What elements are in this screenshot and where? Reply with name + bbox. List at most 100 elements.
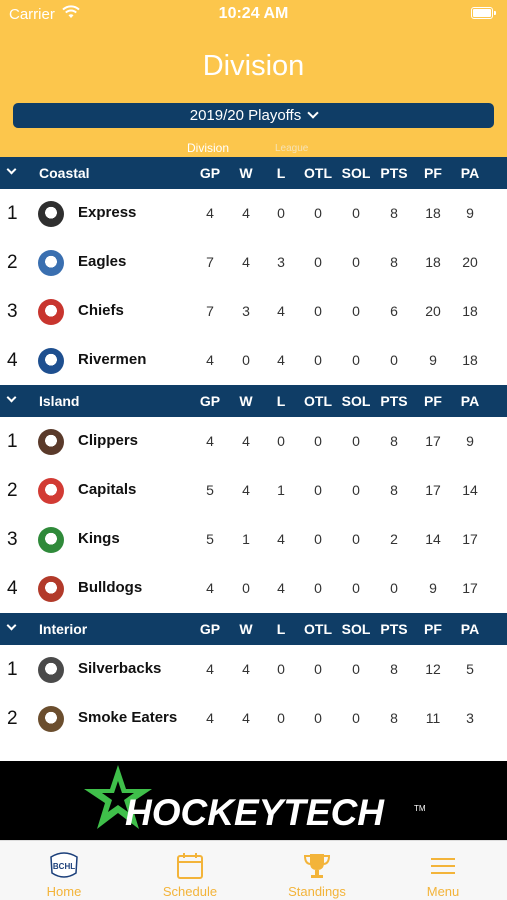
group-header-island[interactable]: Island GP W L OTL SOL PTS PF PA	[0, 385, 507, 417]
team-row-bulldogs[interactable]: 4 Bulldogs 4 0 4 0 0 0 9 17	[0, 564, 507, 613]
schedule-calendar-icon	[177, 853, 203, 879]
stat-pa: 18	[462, 352, 478, 368]
stat-w: 4	[242, 661, 250, 677]
stat-l: 0	[277, 433, 285, 449]
team-name: Kings	[78, 530, 120, 547]
stat-gp: 7	[206, 254, 214, 270]
stat-gp: 5	[206, 482, 214, 498]
column-header-l: L	[276, 621, 286, 637]
team-logo-chiefs	[38, 299, 64, 325]
column-header-otl: OTL	[304, 621, 332, 637]
team-logo-bulldogs	[38, 576, 64, 602]
tab-menu-label: Menu	[426, 884, 460, 899]
stat-l: 0	[277, 710, 285, 726]
tab-division[interactable]: Division	[187, 141, 229, 155]
chevron-down-icon	[6, 164, 17, 175]
group-header-interior[interactable]: Interior GP W L OTL SOL PTS PF PA	[0, 613, 507, 645]
tab-schedule-label: Schedule	[162, 884, 218, 899]
chevron-down-icon	[307, 107, 319, 119]
stat-w: 4	[242, 710, 250, 726]
column-header-gp: GP	[199, 393, 221, 409]
team-name: Express	[78, 204, 137, 221]
stat-gp: 4	[206, 580, 214, 596]
team-row-express[interactable]: 1 Express 4 4 0 0 0 8 18 9	[0, 189, 507, 238]
team-logo-clippers	[38, 429, 64, 455]
team-row-silverbacks[interactable]: 1 Silverbacks 4 4 0 0 0 8 12 5	[0, 645, 507, 694]
column-header-sol: SOL	[341, 165, 371, 181]
team-rank: 4	[7, 350, 18, 371]
column-header-w: W	[239, 621, 253, 637]
stat-pts: 0	[390, 352, 398, 368]
column-header-otl: OTL	[304, 165, 332, 181]
stat-pf: 9	[429, 352, 437, 368]
team-name: Capitals	[78, 481, 137, 498]
column-header-pf: PF	[424, 393, 442, 409]
stat-sol: 0	[352, 433, 360, 449]
group-header-coastal[interactable]: Coastal GP W L OTL SOL PTS PF PA	[0, 157, 507, 189]
stat-pa: 5	[466, 661, 474, 677]
stat-w: 3	[242, 303, 250, 319]
column-header-w: W	[239, 393, 253, 409]
column-header-pts: PTS	[380, 621, 408, 637]
stat-pts: 8	[390, 205, 398, 221]
stat-otl: 0	[314, 710, 322, 726]
view-tabs: Division League	[0, 140, 507, 157]
team-rank: 2	[7, 480, 18, 501]
column-header-pf: PF	[424, 165, 442, 181]
team-row-smoke-eaters[interactable]: 2 Smoke Eaters 4 4 0 0 0 8 11 3	[0, 694, 507, 743]
team-rank: 1	[7, 203, 18, 224]
stat-gp: 4	[206, 710, 214, 726]
stat-pf: 18	[425, 205, 441, 221]
team-logo-rivermen	[38, 348, 64, 374]
battery-icon	[471, 7, 496, 19]
team-logo-silverbacks	[38, 657, 64, 683]
group-name: Interior	[39, 621, 88, 637]
team-row-kings[interactable]: 3 Kings 5 1 4 0 0 2 14 17	[0, 515, 507, 564]
team-rank: 1	[7, 431, 18, 452]
column-header-sol: SOL	[341, 393, 371, 409]
team-row-chiefs[interactable]: 3 Chiefs 7 3 4 0 0 6 20 18	[0, 287, 507, 336]
stat-pf: 12	[425, 661, 441, 677]
stat-sol: 0	[352, 710, 360, 726]
team-name: Silverbacks	[78, 660, 162, 677]
team-row-capitals[interactable]: 2 Capitals 5 4 1 0 0 8 17 14	[0, 466, 507, 515]
column-header-otl: OTL	[304, 393, 332, 409]
stat-w: 4	[242, 254, 250, 270]
status-bar: Carrier 10:24 AM	[0, 0, 507, 30]
column-header-l: L	[276, 165, 286, 181]
column-header-w: W	[239, 165, 253, 181]
column-header-l: L	[276, 393, 286, 409]
team-rank: 1	[7, 659, 18, 680]
team-row-clippers[interactable]: 1 Clippers 4 4 0 0 0 8 17 9	[0, 417, 507, 466]
column-header-pa: PA	[460, 621, 480, 637]
status-time: 10:24 AM	[218, 5, 289, 22]
stat-w: 4	[242, 433, 250, 449]
tab-league[interactable]: League	[275, 143, 308, 154]
team-logo-kings	[38, 527, 64, 553]
group-name: Island	[39, 393, 80, 409]
hockeytech-banner[interactable]: HOCKEYTECH TM	[0, 761, 507, 840]
team-row-rivermen[interactable]: 4 Rivermen 4 0 4 0 0 0 9 18	[0, 336, 507, 385]
tab-home-label: Home	[46, 884, 82, 899]
stat-sol: 0	[352, 205, 360, 221]
stat-otl: 0	[314, 531, 322, 547]
stat-l: 4	[277, 531, 285, 547]
stat-pf: 11	[425, 710, 441, 726]
team-logo-eagles	[38, 250, 64, 276]
stat-otl: 0	[314, 482, 322, 498]
stat-pts: 6	[390, 303, 398, 319]
column-header-gp: GP	[199, 621, 221, 637]
stat-otl: 0	[314, 661, 322, 677]
group-name: Coastal	[39, 165, 90, 181]
team-logo-capitals	[38, 478, 64, 504]
team-name: Chiefs	[78, 302, 124, 319]
season-dropdown[interactable]: 2019/20 Playoffs	[13, 103, 494, 128]
stat-otl: 0	[314, 303, 322, 319]
stat-pf: 14	[425, 531, 441, 547]
stat-pf: 17	[425, 433, 441, 449]
menu-hamburger-icon	[431, 858, 455, 874]
team-logo-smoke-eaters	[38, 706, 64, 732]
stat-pa: 3	[466, 710, 474, 726]
team-row-eagles[interactable]: 2 Eagles 7 4 3 0 0 8 18 20	[0, 238, 507, 287]
banner-wordmark: HOCKEYTECH	[125, 792, 385, 833]
